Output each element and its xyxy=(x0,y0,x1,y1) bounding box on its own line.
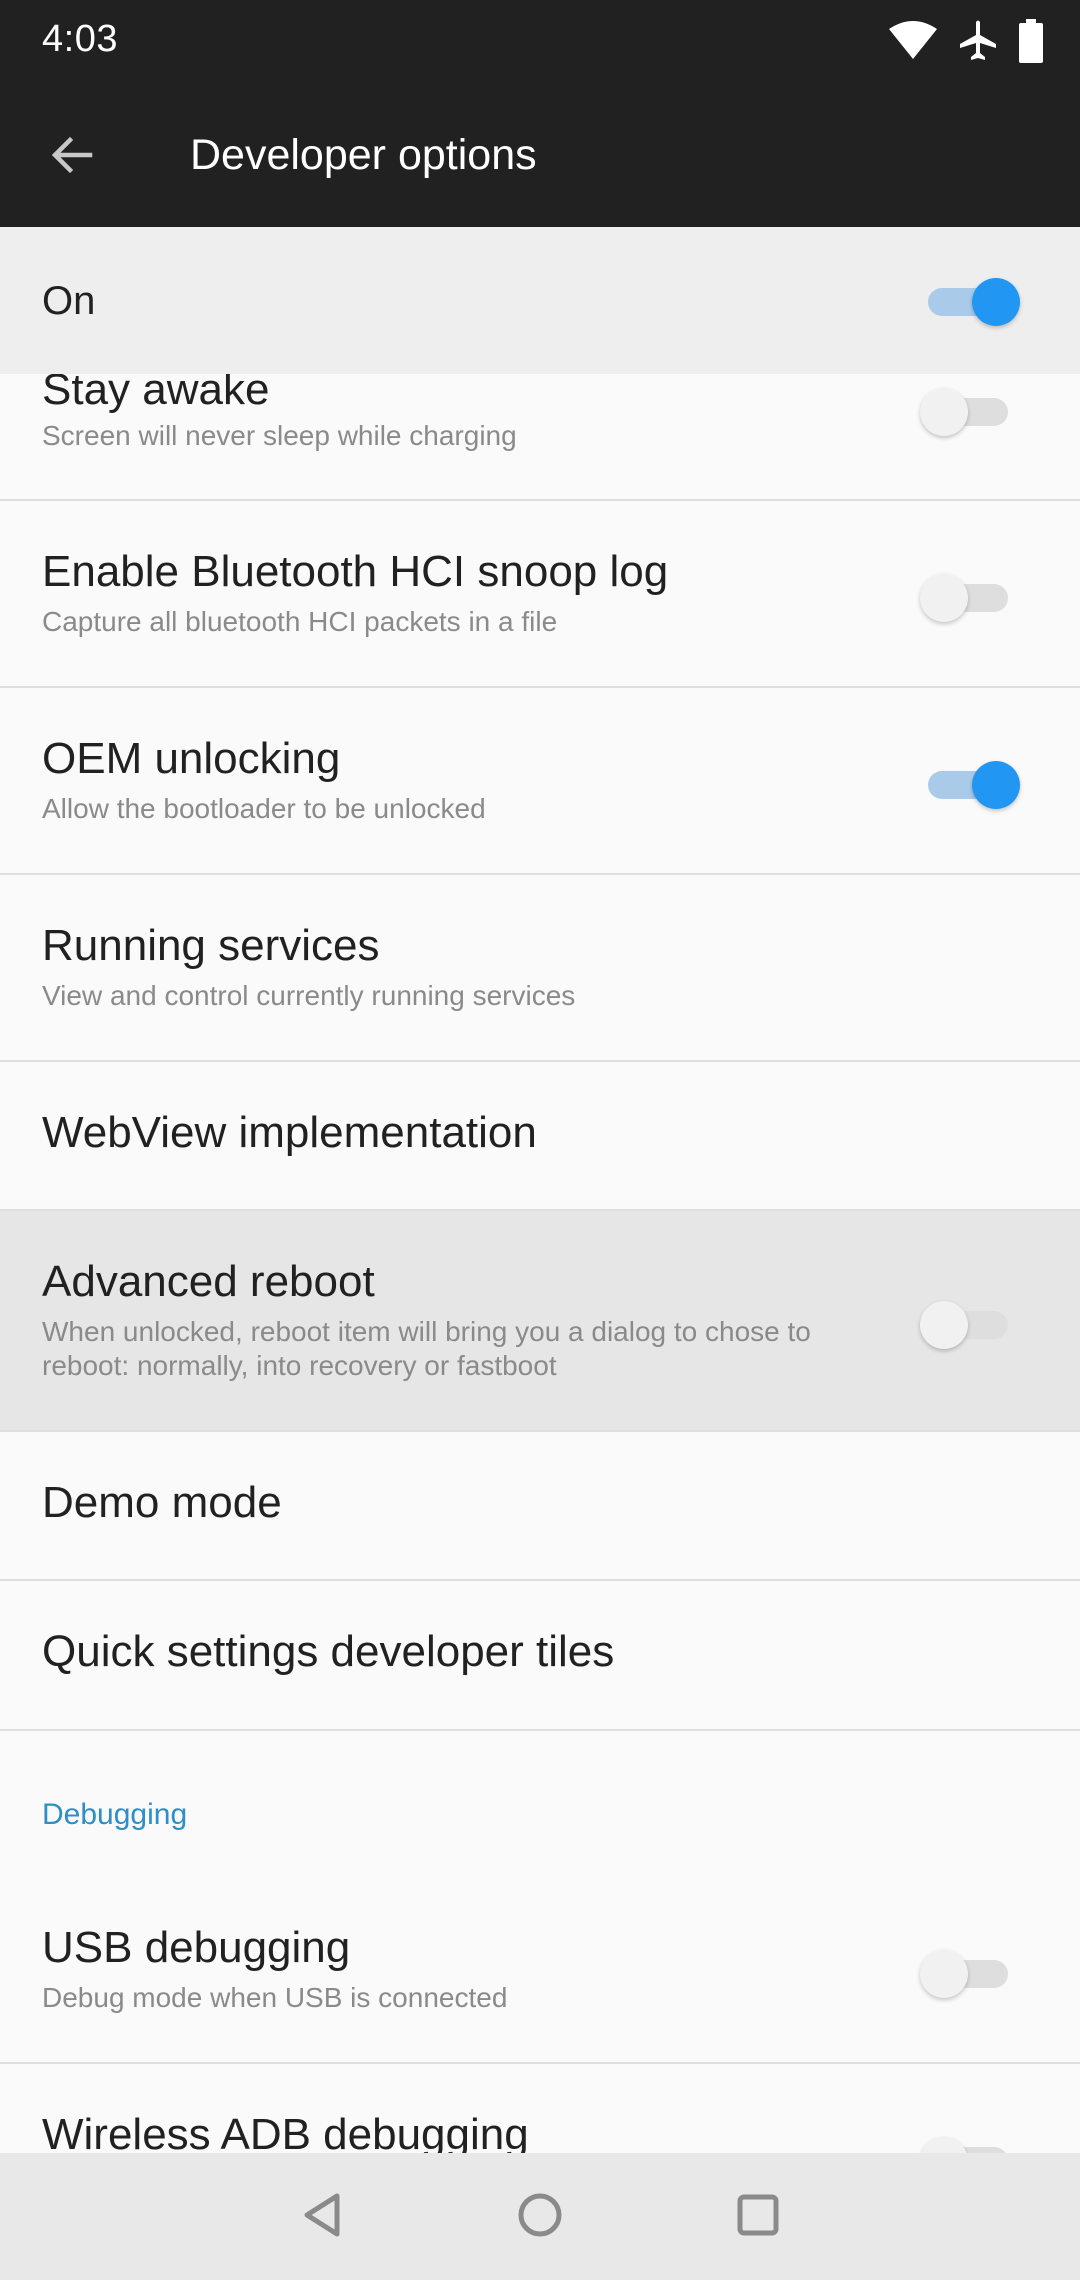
back-button[interactable] xyxy=(30,115,114,199)
master-switch-row[interactable]: On xyxy=(0,227,1080,374)
setting-title: Stay awake xyxy=(42,374,270,414)
setting-title: Advanced reboot xyxy=(42,1257,375,1306)
setting-wireless-adb-debugging[interactable]: Wireless ADB debugging xyxy=(0,2064,1080,2153)
setting-summary: Allow the bootloader to be unlocked xyxy=(42,793,486,824)
home-circle-icon xyxy=(515,2190,565,2245)
back-triangle-icon xyxy=(298,2190,348,2245)
nav-recents-button[interactable] xyxy=(718,2177,798,2257)
setting-bluetooth-hci-snoop-log[interactable]: Enable Bluetooth HCI snoop log Capture a… xyxy=(0,501,1080,686)
oem-unlocking-toggle[interactable] xyxy=(920,754,1030,814)
setting-advanced-reboot[interactable]: Advanced reboot When unlocked, reboot it… xyxy=(0,1211,1080,1430)
setting-demo-mode[interactable]: Demo mode xyxy=(0,1432,1080,1579)
setting-usb-debugging[interactable]: USB debugging Debug mode when USB is con… xyxy=(0,1877,1080,2062)
nav-home-button[interactable] xyxy=(500,2177,580,2257)
status-time: 4:03 xyxy=(42,18,118,60)
setting-summary: Screen will never sleep while charging xyxy=(42,420,517,451)
setting-title: OEM unlocking xyxy=(42,734,341,783)
setting-title: Wireless ADB debugging xyxy=(42,2110,529,2153)
nav-back-button[interactable] xyxy=(283,2177,363,2257)
setting-title: WebView implementation xyxy=(42,1108,537,1157)
master-switch-label: On xyxy=(42,279,96,323)
status-icons xyxy=(888,18,1044,64)
section-header-debugging: Debugging xyxy=(42,1798,188,1831)
stay-awake-toggle[interactable] xyxy=(920,381,1030,441)
advanced-reboot-toggle[interactable] xyxy=(920,1294,1030,1354)
setting-title: USB debugging xyxy=(42,1923,351,1972)
arrow-left-icon xyxy=(48,131,96,184)
setting-summary: When unlocked, reboot item will bring yo… xyxy=(42,1316,811,1381)
app-bar: Developer options xyxy=(0,80,1080,227)
setting-title: Enable Bluetooth HCI snoop log xyxy=(42,547,669,596)
setting-quick-settings-developer-tiles[interactable]: Quick settings developer tiles xyxy=(0,1581,1080,1730)
navigation-bar xyxy=(0,2153,1080,2280)
setting-summary: View and control currently running servi… xyxy=(42,980,576,1011)
airplane-icon xyxy=(958,20,998,62)
status-bar: 4:03 xyxy=(0,0,1080,80)
setting-summary: Debug mode when USB is connected xyxy=(42,1982,508,2013)
setting-stay-awake[interactable]: Stay awake Screen will never sleep while… xyxy=(0,374,1080,500)
bluetooth-hci-toggle[interactable] xyxy=(920,567,1030,627)
usb-debugging-toggle[interactable] xyxy=(920,1943,1030,2003)
setting-title: Running services xyxy=(42,921,380,970)
battery-icon xyxy=(1018,19,1044,63)
setting-title: Demo mode xyxy=(42,1478,282,1527)
setting-title: Quick settings developer tiles xyxy=(42,1627,615,1676)
settings-list: Stay awake Screen will never sleep while… xyxy=(0,374,1080,2153)
master-switch-toggle[interactable] xyxy=(920,271,1030,331)
divider xyxy=(0,1729,1080,1731)
setting-oem-unlocking[interactable]: OEM unlocking Allow the bootloader to be… xyxy=(0,688,1080,873)
wireless-adb-toggle[interactable] xyxy=(920,2130,1030,2153)
wifi-icon xyxy=(888,21,938,61)
setting-summary: Capture all bluetooth HCI packets in a f… xyxy=(42,606,558,637)
setting-webview-implementation[interactable]: WebView implementation xyxy=(0,1062,1080,1209)
page-title: Developer options xyxy=(190,131,537,179)
setting-running-services[interactable]: Running services View and control curren… xyxy=(0,875,1080,1060)
recents-square-icon xyxy=(733,2190,783,2245)
